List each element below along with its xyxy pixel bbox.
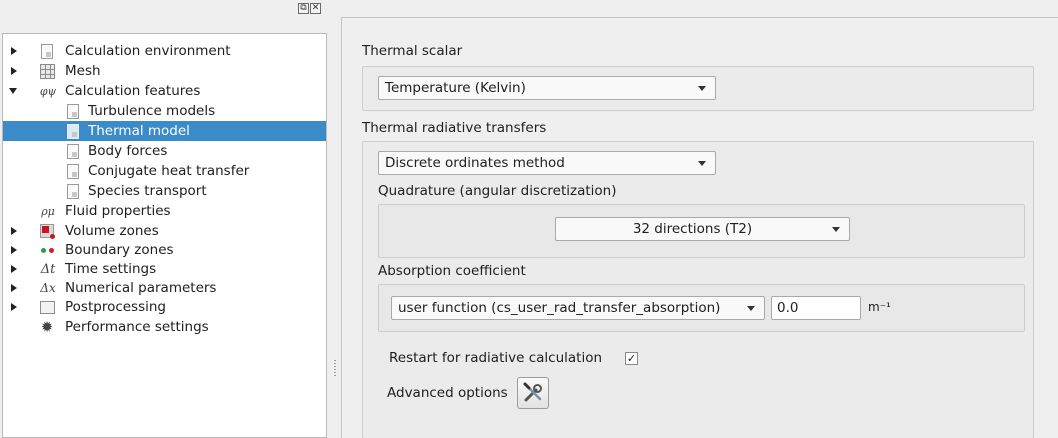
tree-item-label: Thermal model bbox=[88, 123, 190, 139]
tree-item-boundary-zones[interactable]: Boundary zones bbox=[3, 240, 326, 260]
tree-item-numerical-parameters[interactable]: Δx Numerical parameters bbox=[3, 278, 326, 298]
document-icon bbox=[65, 163, 81, 179]
absorption-type-combo[interactable]: user function (cs_user_rad_transfer_abso… bbox=[391, 296, 765, 320]
rho-mu-icon: ρμ bbox=[41, 204, 55, 218]
boundary-icon bbox=[39, 242, 55, 258]
advanced-options-label: Advanced options bbox=[387, 385, 508, 401]
expand-arrow-icon[interactable] bbox=[11, 284, 17, 292]
tree-item-label: Calculation features bbox=[65, 83, 201, 99]
tree-item-label: Time settings bbox=[65, 261, 157, 277]
float-dock-icon[interactable]: ⧉ bbox=[298, 3, 309, 14]
combo-value: 32 directions (T2) bbox=[632, 221, 753, 237]
tree-item-label: Turbulence models bbox=[88, 103, 216, 119]
document-icon bbox=[65, 143, 81, 159]
volume-icon bbox=[39, 223, 55, 239]
quadrature-group: 32 directions (T2) bbox=[378, 204, 1025, 258]
document-icon bbox=[65, 103, 81, 119]
chevron-down-icon bbox=[698, 86, 706, 91]
document-icon bbox=[65, 123, 81, 139]
tree-item-label: Mesh bbox=[65, 63, 101, 79]
tree-item-fluid-properties[interactable]: ρμ Fluid properties bbox=[3, 201, 326, 221]
radiative-transfers-group: Discrete ordinates method Quadrature (an… bbox=[362, 141, 1034, 438]
tree-item-postprocessing[interactable]: Postprocessing bbox=[3, 297, 326, 317]
tools-icon bbox=[523, 382, 542, 402]
expand-arrow-icon[interactable] bbox=[11, 246, 17, 254]
tree-item-thermal-model[interactable]: Thermal model bbox=[3, 121, 326, 141]
tree-item-label: Boundary zones bbox=[65, 242, 174, 258]
tree-item-label: Performance settings bbox=[65, 319, 209, 335]
tree-item-label: Body forces bbox=[88, 143, 168, 159]
dock-title-buttons: ⧉ ✕ bbox=[298, 3, 321, 14]
close-dock-icon[interactable]: ✕ bbox=[310, 3, 321, 14]
absorption-value-field[interactable]: 0.0 bbox=[771, 296, 861, 320]
tree-item-species-transport[interactable]: Species transport bbox=[3, 181, 326, 201]
chevron-down-icon bbox=[698, 161, 706, 166]
restart-radiative-label: Restart for radiative calculation bbox=[389, 350, 603, 366]
mesh-icon bbox=[39, 63, 55, 79]
delta-x-icon: Δx bbox=[40, 281, 56, 295]
expand-arrow-icon[interactable] bbox=[11, 303, 17, 311]
absorption-unit: m⁻¹ bbox=[868, 300, 891, 314]
tree-item-time-settings[interactable]: Δt Time settings bbox=[3, 259, 326, 279]
document-icon bbox=[39, 43, 55, 59]
tree-item-volume-zones[interactable]: Volume zones bbox=[3, 221, 326, 241]
dock-splitter[interactable] bbox=[329, 0, 341, 438]
absorption-title: Absorption coefficient bbox=[378, 263, 526, 279]
tree-item-conjugate-heat-transfer[interactable]: Conjugate heat transfer bbox=[3, 161, 326, 181]
gear-icon: ✹ bbox=[40, 317, 54, 336]
absorption-group: user function (cs_user_rad_transfer_abso… bbox=[378, 284, 1025, 332]
tree-item-turbulence-models[interactable]: Turbulence models bbox=[3, 101, 326, 121]
combo-value: Discrete ordinates method bbox=[385, 155, 565, 171]
expand-arrow-icon[interactable] bbox=[11, 265, 17, 273]
thermal-model-page: Thermal scalar Temperature (Kelvin) Ther… bbox=[341, 17, 1058, 438]
restart-radiative-checkbox[interactable]: ✓ bbox=[625, 352, 638, 365]
expand-arrow-icon[interactable] bbox=[11, 67, 17, 75]
tree-item-label: Numerical parameters bbox=[65, 280, 217, 296]
combo-value: Temperature (Kelvin) bbox=[385, 80, 526, 96]
tree-item-mesh[interactable]: Mesh bbox=[3, 61, 326, 81]
tree-item-label: Calculation environment bbox=[65, 43, 231, 59]
thermal-scalar-combo[interactable]: Temperature (Kelvin) bbox=[378, 76, 716, 100]
tree-item-calculation-environment[interactable]: Calculation environment bbox=[3, 41, 326, 61]
quadrature-title: Quadrature (angular discretization) bbox=[378, 183, 617, 199]
delta-t-icon: Δt bbox=[40, 261, 56, 277]
document-icon bbox=[65, 183, 81, 199]
advanced-options-button[interactable] bbox=[517, 377, 549, 409]
chevron-down-icon bbox=[747, 306, 755, 311]
collapse-arrow-icon[interactable] bbox=[9, 88, 17, 94]
expand-arrow-icon[interactable] bbox=[11, 47, 17, 55]
tree-item-label: Postprocessing bbox=[65, 299, 166, 315]
tree-item-calculation-features[interactable]: φψ Calculation features bbox=[3, 81, 326, 101]
quadrature-combo[interactable]: 32 directions (T2) bbox=[555, 217, 850, 241]
tree-item-label: Fluid properties bbox=[65, 203, 171, 219]
radiative-transfers-title: Thermal radiative transfers bbox=[362, 120, 547, 136]
expand-arrow-icon[interactable] bbox=[11, 227, 17, 235]
left-dock: ⧉ ✕ Calculation environment Mesh φψ Calc… bbox=[0, 0, 329, 438]
phi-icon: φψ bbox=[39, 84, 57, 98]
tree-item-body-forces[interactable]: Body forces bbox=[3, 141, 326, 161]
tree-item-label: Volume zones bbox=[65, 223, 159, 239]
chevron-down-icon bbox=[832, 227, 840, 232]
tree-item-performance-settings[interactable]: ✹ Performance settings bbox=[3, 317, 326, 337]
thermal-scalar-title: Thermal scalar bbox=[362, 43, 463, 59]
tree-item-label: Conjugate heat transfer bbox=[88, 163, 250, 179]
radiative-method-combo[interactable]: Discrete ordinates method bbox=[378, 151, 716, 175]
chart-icon bbox=[39, 299, 55, 315]
combo-value: user function (cs_user_rad_transfer_abso… bbox=[398, 300, 721, 316]
navigation-tree[interactable]: Calculation environment Mesh φψ Calculat… bbox=[2, 33, 327, 438]
tree-item-label: Species transport bbox=[88, 183, 207, 199]
thermal-scalar-group: Temperature (Kelvin) bbox=[362, 66, 1034, 111]
